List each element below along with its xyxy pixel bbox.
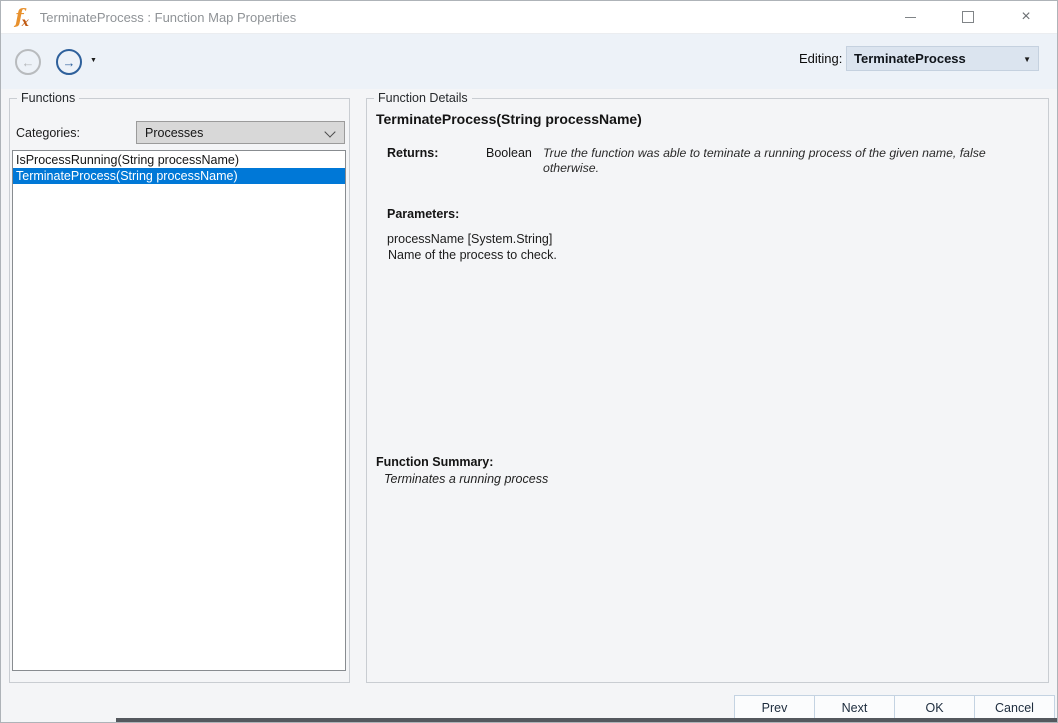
window-controls: × bbox=[881, 1, 1055, 33]
parameter-description: Name of the process to check. bbox=[388, 248, 557, 262]
cancel-button[interactable]: Cancel bbox=[974, 695, 1055, 720]
categories-dropdown[interactable]: Processes bbox=[136, 121, 345, 144]
parameter-name: processName [System.String] bbox=[387, 232, 552, 246]
close-button[interactable]: × bbox=[997, 1, 1055, 33]
back-button[interactable]: ← bbox=[15, 49, 41, 75]
chevron-down-icon: ▼ bbox=[1023, 55, 1031, 64]
function-details-group-label: Function Details bbox=[374, 91, 472, 105]
forward-button[interactable]: → bbox=[56, 49, 82, 75]
returns-type: Boolean bbox=[486, 146, 532, 160]
window-title: TerminateProcess : Function Map Properti… bbox=[40, 10, 297, 25]
function-details-group: Function Details TerminateProcess(String… bbox=[366, 98, 1049, 683]
fx-icon-x: x bbox=[22, 15, 29, 29]
editing-label: Editing: bbox=[799, 51, 842, 66]
back-icon: ← bbox=[22, 56, 35, 69]
forward-dropdown-caret-icon[interactable]: ▼ bbox=[90, 57, 97, 64]
parameters-label: Parameters: bbox=[387, 207, 459, 221]
footer-button-row: Prev Next OK Cancel bbox=[734, 695, 1055, 720]
title-bar: fx TerminateProcess : Function Map Prope… bbox=[1, 1, 1057, 34]
maximize-icon bbox=[962, 11, 974, 23]
categories-label: Categories: bbox=[16, 126, 80, 140]
function-listbox: IsProcessRunning(String processName) Ter… bbox=[12, 150, 346, 671]
function-summary-text: Terminates a running process bbox=[384, 472, 548, 486]
maximize-button[interactable] bbox=[939, 1, 997, 33]
prev-button[interactable]: Prev bbox=[734, 695, 815, 720]
forward-icon: → bbox=[63, 56, 76, 69]
categories-dropdown-value: Processes bbox=[145, 126, 203, 140]
functions-group-label: Functions bbox=[17, 91, 79, 105]
close-icon: × bbox=[1021, 9, 1030, 25]
next-button[interactable]: Next bbox=[814, 695, 895, 720]
chevron-down-icon bbox=[324, 126, 335, 137]
returns-description: True the function was able to teminate a… bbox=[543, 146, 1037, 176]
list-item-terminateprocess[interactable]: TerminateProcess(String processName) bbox=[13, 168, 345, 184]
editing-dropdown-value: TerminateProcess bbox=[854, 51, 966, 66]
list-item-isprocessrunning[interactable]: IsProcessRunning(String processName) bbox=[13, 152, 345, 168]
functions-group: Functions Categories: Processes IsProces… bbox=[9, 98, 350, 683]
returns-label: Returns: bbox=[387, 146, 438, 160]
minimize-icon bbox=[905, 17, 916, 18]
minimize-button[interactable] bbox=[881, 1, 939, 33]
function-signature-heading: TerminateProcess(String processName) bbox=[376, 111, 642, 127]
toolbar: ← → ▼ Editing: TerminateProcess ▼ bbox=[1, 34, 1057, 89]
fx-icon: fx bbox=[15, 6, 29, 28]
window-bottom-edge bbox=[116, 718, 1057, 722]
function-summary-label: Function Summary: bbox=[376, 455, 493, 469]
ok-button[interactable]: OK bbox=[894, 695, 975, 720]
function-map-properties-window: fx TerminateProcess : Function Map Prope… bbox=[0, 0, 1058, 723]
editing-dropdown[interactable]: TerminateProcess ▼ bbox=[846, 46, 1039, 71]
